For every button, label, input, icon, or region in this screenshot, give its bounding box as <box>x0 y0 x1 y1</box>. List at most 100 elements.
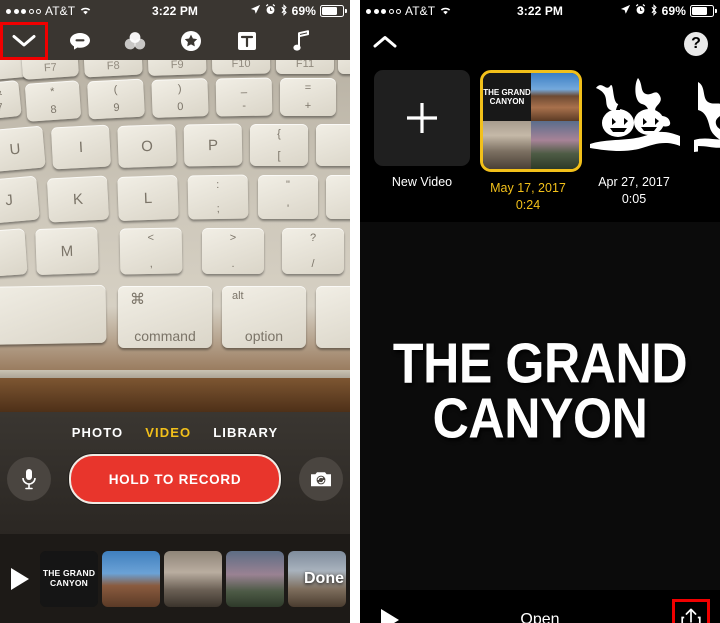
list-item[interactable]: THE GRAND CANYON <box>40 550 98 607</box>
status-right-group: 69% <box>620 3 717 19</box>
project-item-selected[interactable]: THE GRAND CANYON May 17, 2017 0:24 <box>480 70 582 212</box>
keyboard-key: F9 <box>147 60 207 77</box>
project-filmstrip: THE GRAND CANYON Done <box>0 534 350 623</box>
keyboard-key: F10 <box>211 60 271 75</box>
left-status-bar: AT&T 3:22 PM 69% <box>0 0 350 22</box>
project-browser[interactable]: New Video THE GRAND CANYON May 17, 2017 … <box>360 66 720 222</box>
mosaic-quadrant-sunset <box>531 121 579 169</box>
play-icon <box>381 608 399 623</box>
comment-icon[interactable] <box>67 28 93 54</box>
keyboard-key: & 7 <box>0 79 22 121</box>
right-nav-bar: ? <box>360 22 720 66</box>
new-video-tile[interactable] <box>374 70 470 166</box>
star-icon[interactable] <box>178 28 204 54</box>
location-arrow-icon <box>250 4 261 18</box>
alarm-clock-icon <box>635 4 646 18</box>
project-thumbnail[interactable]: THE GRAND CANYON <box>480 70 582 172</box>
wifi-icon <box>439 5 452 18</box>
open-label: Open <box>520 610 560 623</box>
keyboard-key: ? / <box>282 228 344 274</box>
battery-percent-label: 69% <box>661 4 686 18</box>
chevron-down-icon <box>12 35 36 47</box>
right-bottom-bar: Open <box>360 590 720 623</box>
left-editor-toolbar <box>0 22 350 60</box>
project-date-label: Apr 27, 2017 <box>598 175 670 189</box>
project-item-partial[interactable] <box>692 70 720 166</box>
play-button[interactable] <box>4 566 36 592</box>
keyboard-key-command: ⌘ command <box>118 286 212 348</box>
mosaic-title: THE GRAND CANYON <box>483 73 531 121</box>
collapse-button[interactable] <box>372 34 398 54</box>
done-button[interactable]: Done <box>304 570 344 588</box>
keyboard-key: F8 <box>83 60 143 78</box>
halloween-thumbnail-art <box>586 70 682 166</box>
status-left-group: AT&T <box>366 4 452 18</box>
microphone-button[interactable] <box>7 457 51 501</box>
tab-photo[interactable]: PHOTO <box>72 425 124 440</box>
clip-title-line2: CANYON <box>49 577 89 588</box>
tab-library[interactable]: LIBRARY <box>213 425 278 440</box>
keyboard-key: * 8 <box>24 80 82 122</box>
help-button[interactable]: ? <box>684 32 708 56</box>
keyboard-key: O <box>117 124 177 168</box>
list-item[interactable] <box>226 550 284 607</box>
alarm-clock-icon <box>265 4 276 18</box>
list-item[interactable] <box>102 550 160 607</box>
capture-controls: PHOTO VIDEO LIBRARY HOLD TO RECORD <box>0 412 350 534</box>
bluetooth-icon <box>650 3 658 19</box>
keyboard-key-space <box>0 284 107 346</box>
bluetooth-icon <box>280 3 288 19</box>
halloween-thumbnail-art-partial <box>692 70 720 166</box>
play-button[interactable] <box>370 607 410 623</box>
chevron-up-icon <box>373 36 397 48</box>
keyboard-key <box>338 60 350 74</box>
project-thumbnail[interactable] <box>586 70 682 166</box>
thumbnail-mosaic: THE GRAND CANYON <box>483 73 579 169</box>
project-duration-label: 0:24 <box>515 198 541 212</box>
hold-to-record-button[interactable]: HOLD TO RECORD <box>69 454 281 504</box>
keyboard-key: F11 <box>276 60 334 74</box>
toolbar-icon-row <box>48 28 350 54</box>
keyboard-key: J <box>0 175 40 225</box>
battery-icon <box>320 5 347 17</box>
right-phone-screen: AT&T 3:22 PM 69% ? New Video THE GRAND C… <box>360 0 720 623</box>
music-icon[interactable] <box>289 28 315 54</box>
mosaic-quadrant-canyon <box>483 121 531 169</box>
mosaic-title-line1: THE GRAND <box>483 87 531 97</box>
status-right-group: 69% <box>250 3 347 19</box>
share-button[interactable] <box>672 598 710 623</box>
project-thumbnail[interactable] <box>692 70 720 166</box>
preview-title-line1: THE GRAND <box>392 331 688 396</box>
battery-icon <box>690 5 717 17</box>
tab-video[interactable]: VIDEO <box>145 425 191 440</box>
keyboard-key: L <box>117 174 179 222</box>
keyboard-key: {[ <box>250 124 308 166</box>
help-button-label: ? <box>691 35 701 52</box>
right-status-bar: AT&T 3:22 PM 69% <box>360 0 720 22</box>
flip-camera-button[interactable] <box>299 457 343 501</box>
left-phone-screen: AT&T 3:22 PM 69% F7 F8 F9 F10 F11 & 7 * … <box>0 0 350 623</box>
share-icon <box>681 608 701 623</box>
signal-strength-icon <box>6 8 41 14</box>
keyboard-key: (9 <box>87 78 145 120</box>
new-video-item[interactable]: New Video <box>374 70 470 189</box>
carrier-label: AT&T <box>45 4 76 18</box>
mosaic-quadrant-title: THE GRAND CANYON <box>483 73 531 121</box>
preview-title-line2: CANYON <box>432 386 648 451</box>
collapse-button[interactable] <box>0 22 48 60</box>
filters-icon[interactable] <box>122 28 148 54</box>
keyboard-key <box>316 124 350 166</box>
keyboard-key: K <box>46 175 110 223</box>
keyboard-key: = + <box>280 78 336 116</box>
carrier-label: AT&T <box>405 4 436 18</box>
keyboard-key <box>0 228 28 278</box>
text-icon[interactable] <box>234 28 260 54</box>
mosaic-title-line2: CANYON <box>489 97 525 106</box>
project-item[interactable]: Apr 27, 2017 0:05 <box>586 70 682 206</box>
list-item[interactable] <box>164 550 222 607</box>
camera-viewfinder[interactable]: F7 F8 F9 F10 F11 & 7 * 8 (9 ) 0 _ - = + U I O… <box>0 60 350 412</box>
keyboard-key: U <box>0 125 46 173</box>
video-preview[interactable]: THE GRAND CANYON <box>360 222 720 590</box>
desk-surface <box>0 378 350 412</box>
keyboard-key: ) 0 <box>151 78 209 118</box>
